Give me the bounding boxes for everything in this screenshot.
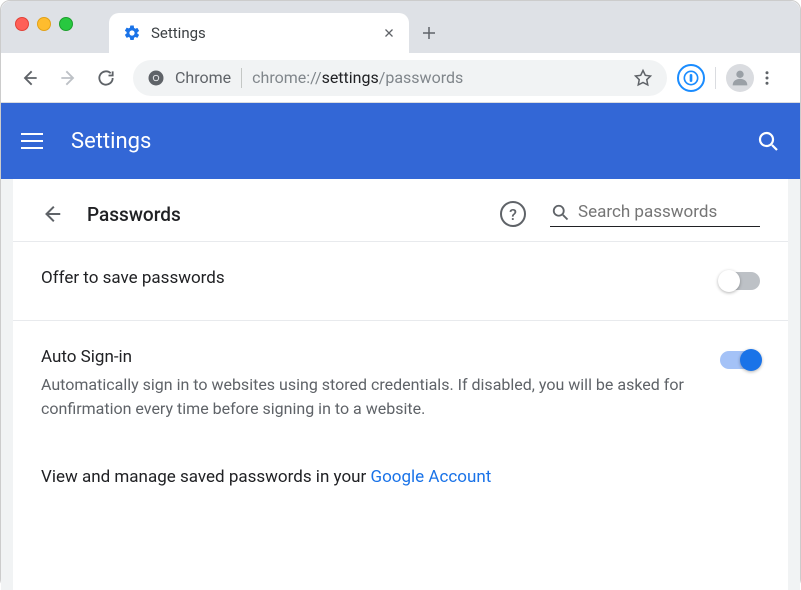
back-arrow-button[interactable] xyxy=(41,203,63,225)
content-stage: Passwords ? Offer to save passwords Auto… xyxy=(1,179,800,590)
address-bar[interactable]: Chrome chrome://settings/passwords xyxy=(133,60,667,96)
browser-toolbar: Chrome chrome://settings/passwords xyxy=(1,53,800,103)
help-icon[interactable]: ? xyxy=(500,201,526,227)
search-passwords-field[interactable] xyxy=(550,202,760,227)
tab-title: Settings xyxy=(151,24,373,42)
back-button[interactable] xyxy=(13,61,47,95)
browser-tab[interactable]: Settings xyxy=(109,13,409,53)
new-tab-button[interactable] xyxy=(409,13,449,53)
browser-tab-strip: Settings xyxy=(1,1,800,53)
google-account-link[interactable]: Google Account xyxy=(371,467,492,487)
window-controls xyxy=(15,17,73,31)
page-title: Passwords xyxy=(87,203,181,226)
onepassword-extension-icon[interactable] xyxy=(677,64,705,92)
close-window-button[interactable] xyxy=(15,17,29,31)
auto-signin-description: Automatically sign in to websites using … xyxy=(41,373,700,421)
menu-button[interactable] xyxy=(21,133,49,149)
auto-signin-row: Auto Sign-in Automatically sign in to we… xyxy=(13,320,788,447)
manage-passwords-row: View and manage saved passwords in your … xyxy=(13,447,788,517)
minimize-window-button[interactable] xyxy=(37,17,51,31)
appbar-title: Settings xyxy=(71,129,756,154)
gear-icon xyxy=(123,24,141,42)
manage-passwords-text: View and manage saved passwords in your xyxy=(41,467,371,487)
omnibox-divider xyxy=(241,68,242,88)
forward-button[interactable] xyxy=(51,61,85,95)
chrome-icon xyxy=(147,69,165,87)
appbar-search-button[interactable] xyxy=(756,129,780,153)
offer-save-passwords-row: Offer to save passwords xyxy=(13,241,788,320)
profile-avatar-button[interactable] xyxy=(726,64,754,92)
section-header: Passwords ? xyxy=(13,179,788,241)
offer-save-label: Offer to save passwords xyxy=(41,268,700,288)
search-passwords-input[interactable] xyxy=(578,202,758,222)
settings-card: Passwords ? Offer to save passwords Auto… xyxy=(13,179,788,590)
offer-save-toggle[interactable] xyxy=(720,272,760,290)
toolbar-separator xyxy=(715,67,716,89)
bookmark-star-icon[interactable] xyxy=(633,68,653,88)
reload-button[interactable] xyxy=(89,61,123,95)
search-icon xyxy=(550,202,570,222)
maximize-window-button[interactable] xyxy=(59,17,73,31)
settings-appbar: Settings xyxy=(1,103,800,179)
auto-signin-label: Auto Sign-in xyxy=(41,347,700,367)
close-tab-button[interactable] xyxy=(383,27,395,39)
auto-signin-toggle[interactable] xyxy=(720,351,760,369)
url-scheme-label: Chrome xyxy=(175,68,231,87)
url-text: chrome://settings/passwords xyxy=(252,68,623,87)
browser-menu-button[interactable] xyxy=(758,69,788,87)
